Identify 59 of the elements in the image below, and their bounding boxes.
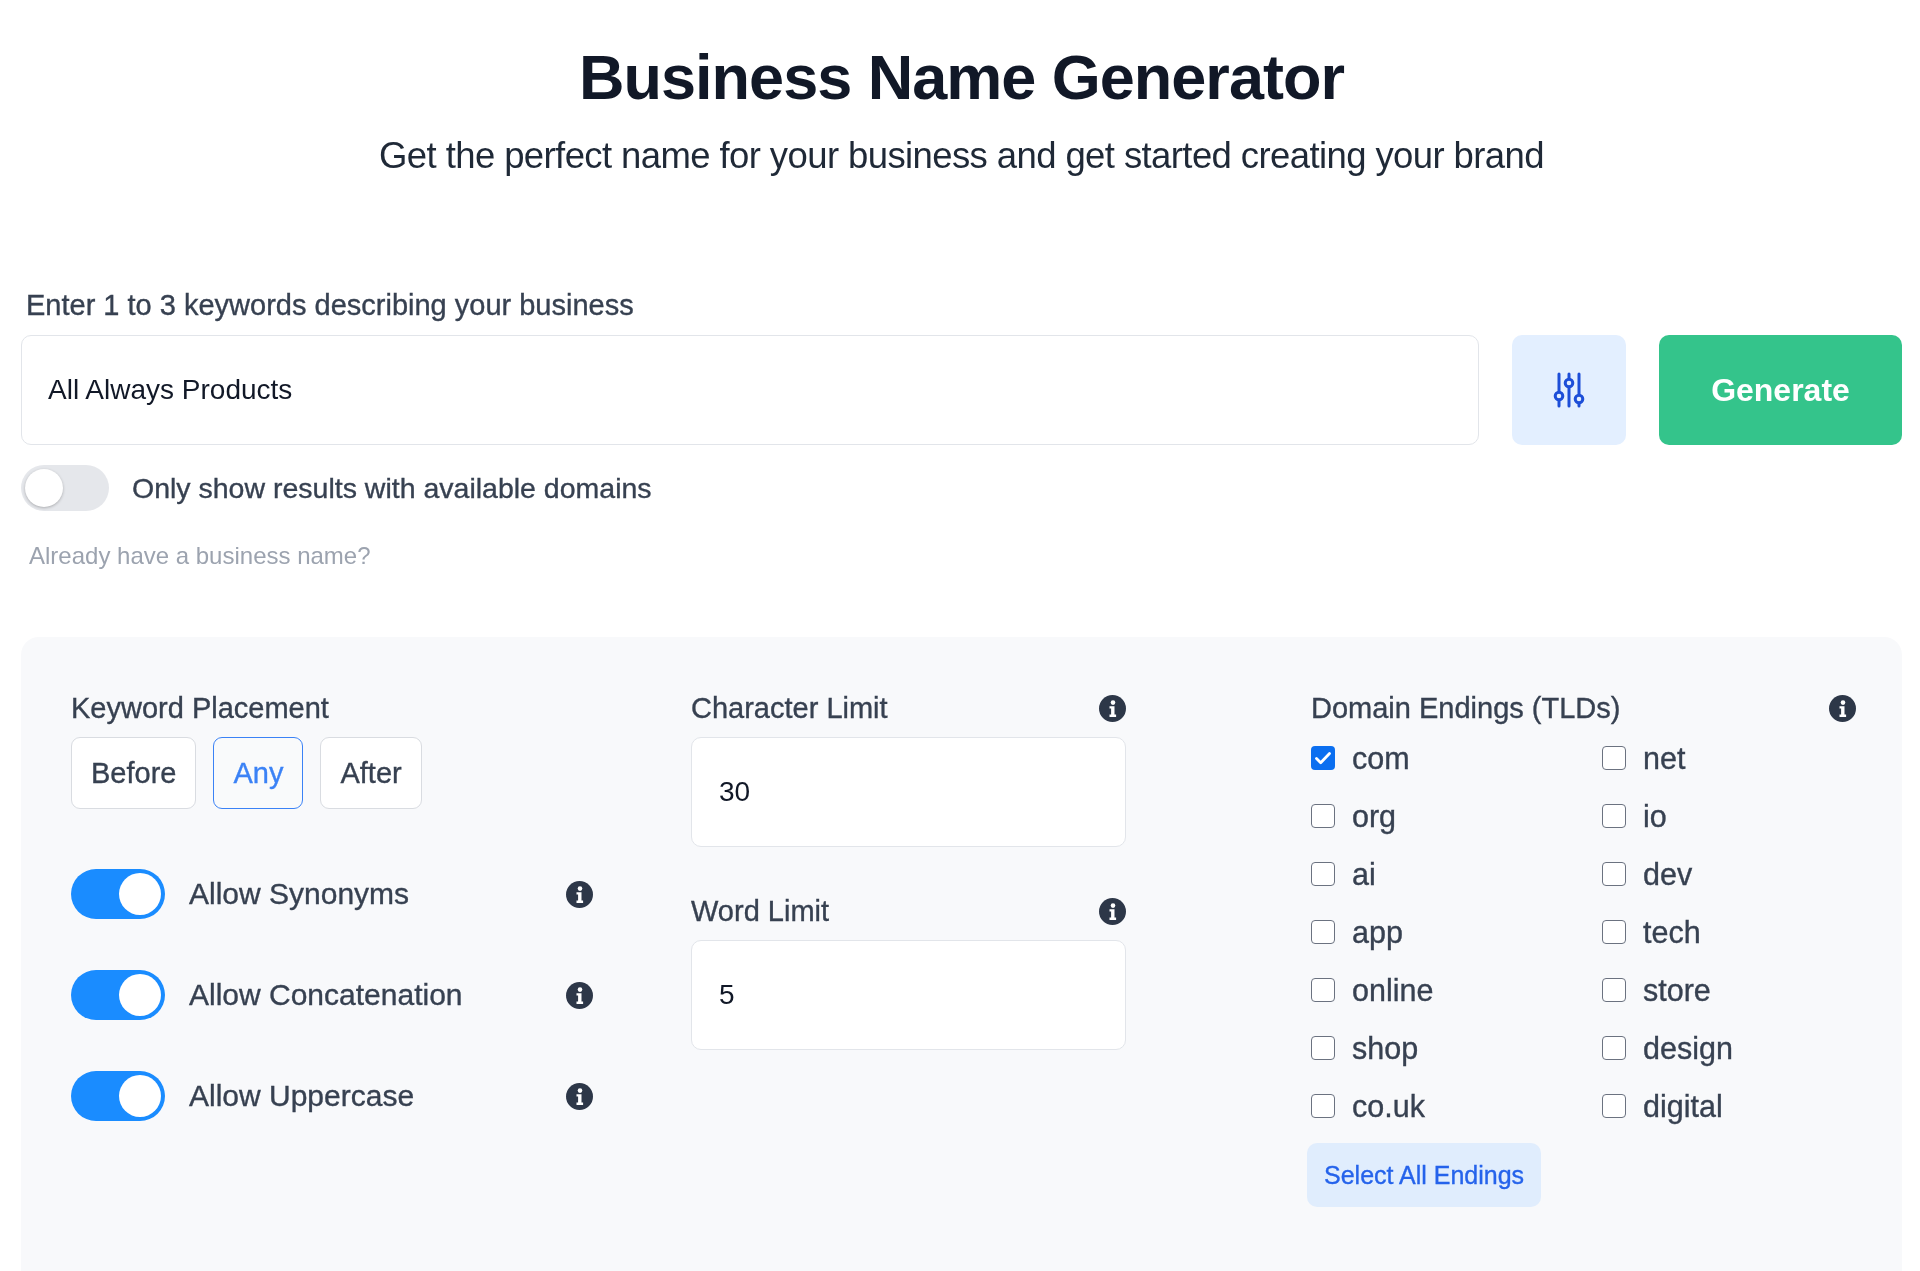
toggle-label: Allow Uppercase: [189, 1078, 416, 1114]
toggle-label: Allow Synonyms: [189, 876, 411, 912]
checkbox-label: store: [1643, 972, 1711, 1009]
checkbox-label: net: [1643, 740, 1686, 777]
checkmark-icon: [1314, 749, 1332, 767]
checkbox-label: co.uk: [1352, 1088, 1425, 1125]
checkbox[interactable]: [1602, 746, 1626, 770]
checkbox[interactable]: [1311, 1094, 1335, 1118]
checkbox-label: io: [1643, 798, 1667, 835]
toggle-switch[interactable]: [21, 465, 109, 511]
checkbox[interactable]: [1602, 920, 1626, 944]
checkbox-label: online: [1352, 972, 1434, 1009]
settings-button[interactable]: [1512, 335, 1626, 445]
toggle-switch[interactable]: [71, 1071, 165, 1121]
checkbox[interactable]: [1311, 920, 1335, 944]
select-all-button[interactable]: Select All Endings: [1307, 1143, 1542, 1207]
info-icon[interactable]: [1099, 694, 1126, 722]
checkbox-label: design: [1643, 1030, 1733, 1067]
page-subtitle: Get the perfect name for your business and get started creating your brand: [379, 134, 1544, 178]
toggle-switch[interactable]: [71, 869, 165, 919]
checkbox-label: com: [1352, 740, 1410, 777]
toggle-label: Only show results with available domains: [132, 471, 652, 505]
checkbox[interactable]: [1311, 746, 1335, 770]
checkbox-label: tech: [1643, 914, 1701, 951]
sliders-icon: [1553, 372, 1585, 408]
placement-button[interactable]: Before: [71, 737, 197, 809]
field-label: Word Limit: [691, 894, 830, 928]
checkbox-label: org: [1352, 798, 1397, 835]
section-label: Domain Endings (TLDs): [1311, 691, 1621, 725]
placement-button[interactable]: Any: [213, 737, 304, 809]
checkbox[interactable]: [1311, 804, 1335, 828]
keywords-label: Enter 1 to 3 keywords describing your business: [26, 288, 634, 322]
limit-input[interactable]: 5: [691, 940, 1126, 1050]
info-icon[interactable]: [1829, 694, 1856, 722]
limit-input[interactable]: 30: [691, 737, 1126, 847]
field-label: Character Limit: [691, 691, 888, 725]
checkbox-label: ai: [1352, 856, 1376, 893]
checkbox[interactable]: [1311, 1036, 1335, 1060]
checkbox-label: shop: [1352, 1030, 1419, 1067]
keywords-input[interactable]: All Always Products: [21, 335, 1479, 445]
toggle-label: Allow Concatenation: [189, 977, 464, 1013]
checkbox-label: app: [1352, 914, 1403, 951]
checkbox-label: digital: [1643, 1088, 1723, 1125]
checkbox[interactable]: [1602, 804, 1626, 828]
checkbox[interactable]: [1602, 1036, 1626, 1060]
info-icon[interactable]: [566, 981, 593, 1009]
page-title: Business Name Generator: [579, 41, 1344, 114]
toggle-switch[interactable]: [71, 970, 165, 1020]
checkbox[interactable]: [1602, 862, 1626, 886]
checkbox-label: dev: [1643, 856, 1693, 893]
checkbox[interactable]: [1311, 862, 1335, 886]
info-icon[interactable]: [566, 1082, 593, 1110]
checkbox[interactable]: [1602, 1094, 1626, 1118]
checkbox[interactable]: [1602, 978, 1626, 1002]
checkbox[interactable]: [1311, 978, 1335, 1002]
section-label: Keyword Placement: [71, 691, 329, 725]
info-icon[interactable]: [1099, 897, 1126, 925]
placement-button[interactable]: After: [320, 737, 422, 809]
info-icon[interactable]: [566, 880, 593, 908]
